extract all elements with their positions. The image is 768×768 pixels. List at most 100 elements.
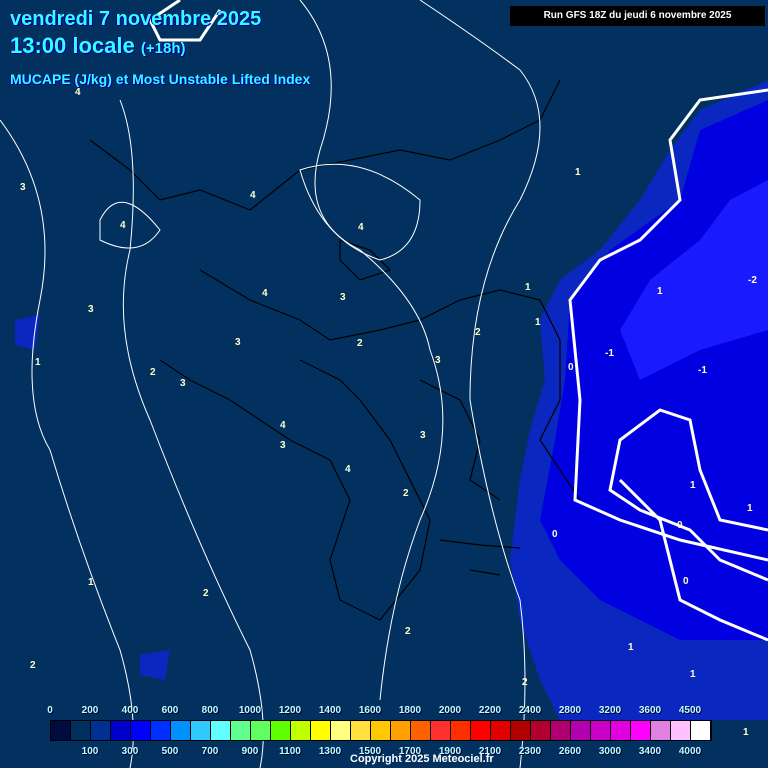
scale-label-top: 4500 bbox=[678, 705, 702, 716]
scale-label-bottom: 1300 bbox=[318, 746, 342, 757]
contour-label: 4 bbox=[280, 420, 286, 431]
color-swatch bbox=[151, 721, 171, 740]
color-swatch bbox=[171, 721, 191, 740]
contour-label: 3 bbox=[420, 430, 426, 441]
color-swatch bbox=[91, 721, 111, 740]
contour-label: 3 bbox=[235, 337, 241, 348]
color-swatch bbox=[291, 721, 311, 740]
scale-label-bottom: 300 bbox=[121, 746, 139, 757]
contour-label: 4 bbox=[75, 87, 81, 98]
scale-label-top: 2400 bbox=[518, 705, 542, 716]
contour-label: 3 bbox=[435, 355, 441, 366]
contour-label: 1 bbox=[747, 503, 753, 514]
contour-label: 1 bbox=[535, 317, 541, 328]
color-swatch bbox=[411, 721, 431, 740]
scale-label-top: 2200 bbox=[478, 705, 502, 716]
contour-label: 2 bbox=[150, 367, 156, 378]
contour-label: 0 bbox=[677, 520, 683, 531]
scale-label-top: 1800 bbox=[398, 705, 422, 716]
scale-label-top: 400 bbox=[121, 705, 139, 716]
contour-label: 2 bbox=[405, 626, 411, 637]
color-swatch bbox=[471, 721, 491, 740]
contour-label: 1 bbox=[690, 480, 696, 491]
contour-label: 1 bbox=[525, 282, 531, 293]
color-swatch bbox=[551, 721, 571, 740]
contour-label: 0 bbox=[552, 529, 558, 540]
color-swatch bbox=[531, 721, 551, 740]
scale-label-bottom: 3400 bbox=[638, 746, 662, 757]
color-swatch bbox=[671, 721, 691, 740]
color-swatch bbox=[331, 721, 351, 740]
color-swatch bbox=[431, 721, 451, 740]
contour-label: 4 bbox=[262, 288, 268, 299]
scale-label-top: 2000 bbox=[438, 705, 462, 716]
contour-label: -1 bbox=[698, 365, 707, 376]
forecast-time: 13:00 locale (+18h) bbox=[10, 33, 185, 59]
contour-label: 2 bbox=[403, 488, 409, 499]
color-swatch bbox=[111, 721, 131, 740]
contour-label: 0 bbox=[683, 576, 689, 587]
contour-label: 1 bbox=[628, 642, 634, 653]
scale-label-top: 3600 bbox=[638, 705, 662, 716]
contour-label: -1 bbox=[605, 348, 614, 359]
contour-label: 4 bbox=[345, 464, 351, 475]
color-swatch bbox=[631, 721, 651, 740]
scale-label-top: 1600 bbox=[358, 705, 382, 716]
scale-label-top: 1200 bbox=[278, 705, 302, 716]
contour-label: 3 bbox=[88, 304, 94, 315]
contour-label: 1 bbox=[743, 727, 749, 738]
color-swatch bbox=[591, 721, 611, 740]
color-swatch bbox=[51, 721, 71, 740]
scale-label-bottom: 4000 bbox=[678, 746, 702, 757]
scale-label-bottom: 2600 bbox=[558, 746, 582, 757]
scale-label-top: 1400 bbox=[318, 705, 342, 716]
color-swatch bbox=[651, 721, 671, 740]
color-swatch bbox=[191, 721, 211, 740]
contour-label: 4 bbox=[358, 222, 364, 233]
forecast-date: vendredi 7 novembre 2025 bbox=[10, 8, 262, 30]
local-time: 13:00 locale bbox=[10, 33, 135, 58]
model-run-label: Run GFS 18Z du jeudi 6 novembre 2025 bbox=[510, 6, 765, 26]
scale-label-bottom: 2300 bbox=[518, 746, 542, 757]
weather-map: 4344 44 333 2322143433211 110-1-1-2110001222… bbox=[0, 0, 768, 768]
color-swatch bbox=[271, 721, 291, 740]
color-swatch bbox=[231, 721, 251, 740]
contour-label: 4 bbox=[120, 220, 126, 231]
color-swatch bbox=[491, 721, 511, 740]
copyright: Copyright 2025 Meteociel.fr bbox=[350, 753, 494, 765]
color-swatch bbox=[351, 721, 371, 740]
scale-label-top: 1000 bbox=[238, 705, 262, 716]
contour-label: 0 bbox=[568, 362, 574, 373]
contour-label: 2 bbox=[357, 338, 363, 349]
color-swatch bbox=[211, 721, 231, 740]
scale-label-bottom: 1100 bbox=[279, 746, 301, 757]
scale-label-top: 3200 bbox=[598, 705, 622, 716]
contour-label: 1 bbox=[575, 167, 581, 178]
contour-label: 2 bbox=[30, 660, 36, 671]
color-swatch bbox=[371, 721, 391, 740]
color-swatch bbox=[251, 721, 271, 740]
scale-label-top: 0 bbox=[47, 705, 53, 716]
scale-label-bottom: 700 bbox=[201, 746, 219, 757]
contour-label: 2 bbox=[203, 588, 209, 599]
lead-time: (+18h) bbox=[140, 40, 186, 57]
contour-label: 2 bbox=[475, 327, 481, 338]
contour-label: 1 bbox=[35, 357, 41, 368]
scale-label-top: 600 bbox=[161, 705, 179, 716]
contour-label: 1 bbox=[88, 577, 94, 588]
color-swatch bbox=[571, 721, 591, 740]
scale-label-bottom: 3000 bbox=[598, 746, 622, 757]
color-swatch bbox=[451, 721, 471, 740]
color-swatch bbox=[131, 721, 151, 740]
contour-label: -2 bbox=[748, 275, 757, 286]
scale-label-top: 2800 bbox=[558, 705, 582, 716]
contour-label: 3 bbox=[280, 440, 286, 451]
scale-label-bottom: 500 bbox=[161, 746, 179, 757]
contour-label: 4 bbox=[250, 190, 256, 201]
contour-label: 1 bbox=[657, 286, 663, 297]
contour-label: 1 bbox=[690, 669, 696, 680]
contour-label: 3 bbox=[340, 292, 346, 303]
contour-label: 3 bbox=[20, 182, 26, 193]
color-scale bbox=[50, 720, 712, 741]
color-swatch bbox=[71, 721, 91, 740]
